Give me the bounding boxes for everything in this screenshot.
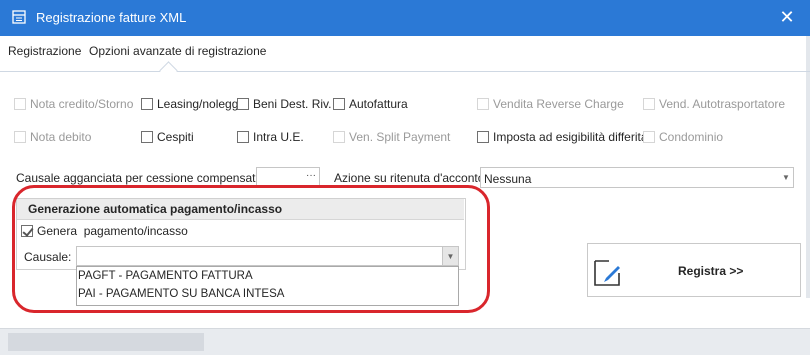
option-label: Vendita Reverse Charge	[493, 97, 624, 111]
tab-registrazione[interactable]: Registrazione	[8, 44, 81, 58]
tab-divider	[0, 71, 810, 72]
checkbox[interactable]	[141, 98, 153, 110]
azione-ritenuta-value: Nessuna	[484, 172, 532, 186]
option-label: Ven. Split Payment	[349, 130, 451, 144]
close-icon[interactable]: ✕	[778, 8, 796, 26]
option-beni-dest-riv[interactable]: Beni Dest. Riv.	[237, 97, 331, 111]
option-vend-autotrasportatore[interactable]: Vend. Autotrasportatore	[643, 97, 785, 111]
checkbox[interactable]	[643, 98, 655, 110]
checkbox[interactable]	[477, 131, 489, 143]
option-label: Autofattura	[349, 97, 408, 111]
option-label: Cespiti	[157, 130, 194, 144]
checkbox[interactable]	[477, 98, 489, 110]
azione-ritenuta-label: Azione su ritenuta d'acconto	[334, 171, 485, 185]
option-imposta-esigibilita-differita[interactable]: Imposta ad esigibilità differita	[477, 130, 648, 144]
registra-button-label: Registra >>	[678, 264, 744, 278]
checkbox[interactable]	[237, 131, 249, 143]
checkbox[interactable]	[333, 98, 345, 110]
checkbox[interactable]	[14, 98, 26, 110]
checkbox[interactable]	[333, 131, 345, 143]
checkbox[interactable]	[14, 131, 26, 143]
option-intra-ue[interactable]: Intra U.E.	[237, 130, 304, 144]
option-leasing-noleggi[interactable]: Leasing/noleggi	[141, 97, 241, 111]
invoice-window-icon	[12, 10, 26, 24]
causale-agganciata-label: Causale agganciata per cessione compensa…	[16, 171, 275, 185]
option-ven-split-payment[interactable]: Ven. Split Payment	[333, 130, 450, 144]
window-title: Registrazione fatture XML	[36, 10, 187, 25]
causale-agganciata-field[interactable]: ···	[256, 167, 320, 187]
azione-ritenuta-select[interactable]: Nessuna ▼	[480, 167, 794, 188]
chevron-down-icon[interactable]: ▼	[779, 168, 793, 187]
option-nota-debito[interactable]: Nota debito	[14, 130, 91, 144]
option-label: Intra U.E.	[253, 130, 304, 144]
checkbox[interactable]	[643, 131, 655, 143]
checkbox[interactable]	[237, 98, 249, 110]
status-segment	[8, 333, 204, 351]
edit-pencil-icon	[594, 260, 620, 286]
option-autofattura[interactable]: Autofattura	[333, 97, 408, 111]
option-label: Nota credito/Storno	[30, 97, 134, 111]
option-label: Imposta ad esigibilità differita	[493, 130, 648, 144]
option-label: Leasing/noleggi	[157, 97, 242, 111]
option-label: Beni Dest. Riv.	[253, 97, 332, 111]
highlight-annotation	[12, 185, 490, 313]
option-label: Condominio	[659, 130, 724, 144]
checkbox[interactable]	[141, 131, 153, 143]
option-condominio[interactable]: Condominio	[643, 130, 723, 144]
ellipsis-button[interactable]: ···	[306, 170, 316, 181]
active-tab-indicator	[159, 61, 178, 80]
option-cespiti[interactable]: Cespiti	[141, 130, 194, 144]
option-vendita-reverse-charge[interactable]: Vendita Reverse Charge	[477, 97, 624, 111]
option-label: Vend. Autotrasportatore	[659, 97, 786, 111]
scrollbar-track[interactable]	[806, 36, 810, 298]
option-label: Nota debito	[30, 130, 92, 144]
option-nota-credito[interactable]: Nota credito/Storno	[14, 97, 133, 111]
tab-opzioni-avanzate[interactable]: Opzioni avanzate di registrazione	[89, 44, 266, 58]
